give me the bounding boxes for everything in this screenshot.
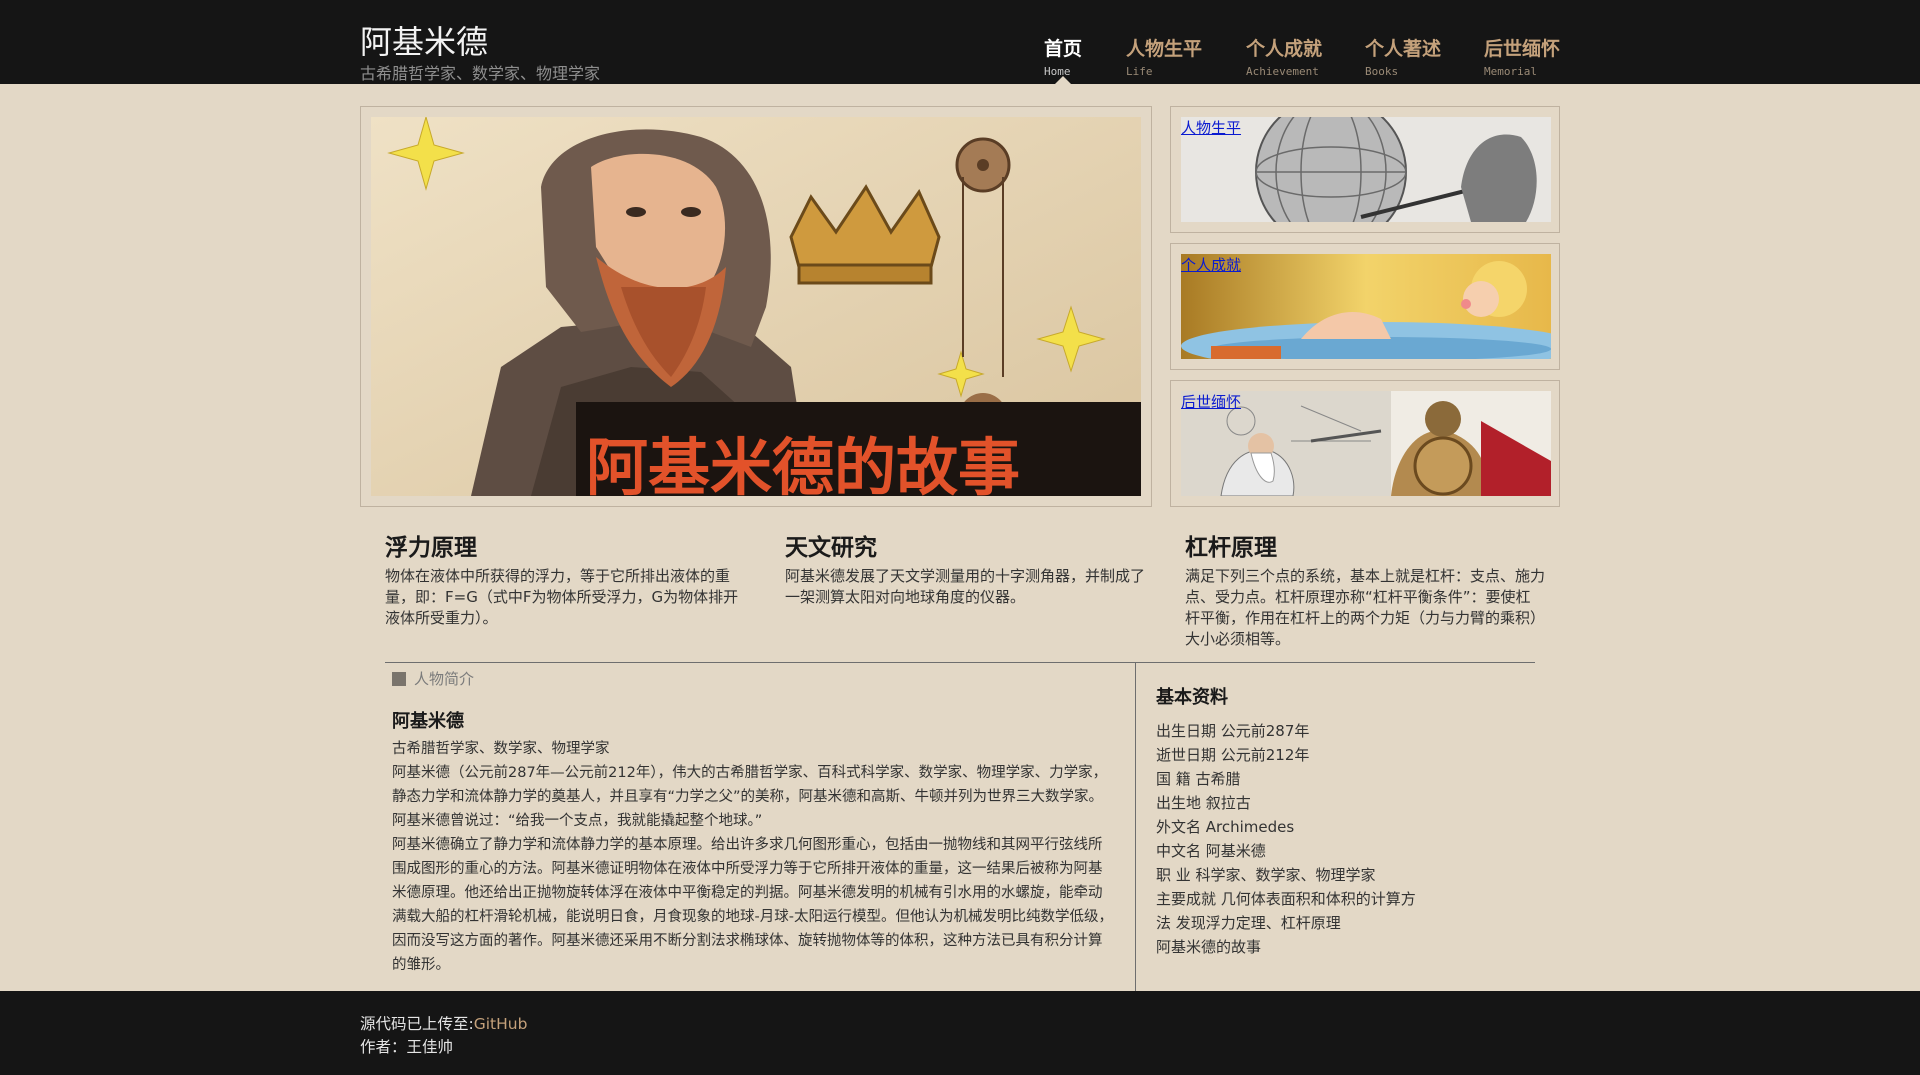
section-label-intro: 人物简介 — [392, 668, 474, 689]
bio-name: 阿基米德 — [392, 711, 464, 732]
feature-title: 天文研究 — [785, 535, 877, 561]
side-panel-image: 人物生平 — [1181, 117, 1551, 222]
feature-lever: 杠杆原理 满足下列三个点的系统，基本上就是杠杆：支点、施力点、受力点。杠杆原理亦… — [1185, 528, 1545, 650]
bio-role: 古希腊哲学家、数学家、物理学家 — [392, 741, 610, 757]
info-row: 法 发现浮力定理、杠杆原理 — [1156, 914, 1341, 932]
bio-paragraph: 阿基米德（公元前287年—公元前212年），伟大的古希腊哲学家、百科式科学家、数… — [392, 765, 1108, 829]
feature-text: 阿基米德发展了天文学测量用的十字测角器，并制成了一架测算太阳对向地球角度的仪器。 — [785, 567, 1146, 606]
side-panel-image: 个人成就 — [1181, 254, 1551, 359]
nav-item-label: 人物生平 — [1126, 38, 1203, 60]
info-row: 阿基米德的故事 — [1156, 938, 1262, 956]
column-divider — [1135, 663, 1136, 991]
hero-banner-frame: 阿基米德的故事 — [360, 106, 1152, 507]
feature-title: 浮力原理 — [385, 535, 477, 561]
side-panel-achievement: 个人成就 — [1170, 243, 1560, 370]
side-panel-life: 人物生平 — [1170, 106, 1560, 233]
side-panel-image: 后世缅怀 — [1181, 391, 1551, 496]
nav-item-memorial[interactable]: 后世缅怀 Memorial — [1484, 34, 1560, 80]
feature-title: 杠杆原理 — [1185, 535, 1277, 561]
info-row: 中文名 阿基米德 — [1156, 842, 1266, 860]
nav-item-sublabel: Memorial — [1484, 65, 1537, 78]
nav-item-sublabel: Books — [1365, 65, 1399, 78]
feature-text: 满足下列三个点的系统，基本上就是杠杆：支点、施力点、受力点。杠杆原理亦称“杠杆平… — [1185, 567, 1546, 648]
info-row: 出生地 叙拉古 — [1156, 794, 1251, 812]
nav-item-label: 首页 — [1044, 38, 1083, 60]
info-row: 逝世日期 公元前212年 — [1156, 746, 1310, 764]
info-row: 外文名 Archimedes — [1156, 818, 1295, 836]
info-row: 国 籍 古希腊 — [1156, 770, 1241, 788]
nav-item-label: 个人成就 — [1246, 38, 1323, 60]
nav-item-label: 个人著述 — [1365, 38, 1442, 60]
side-link-achievement[interactable]: 个人成就 — [1181, 254, 1241, 275]
site-footer — [0, 991, 1920, 1075]
bio-paragraph: 阿基米德确立了静力学和流体静力学的基本原理。给出许多求几何图形重心，包括由一抛物… — [392, 837, 1113, 973]
nav-item-home[interactable]: 首页 Home — [1044, 34, 1083, 84]
nav-item-books[interactable]: 个人著述 Books — [1365, 34, 1441, 80]
site-header: 阿基米德 古希腊哲学家、数学家、物理学家 首页 Home 人物生平 Life 个… — [0, 0, 1920, 84]
feature-text: 物体在液体中所获得的浮力，等于它所排出液体的重量，即：F=G（式中F为物体所受浮… — [385, 567, 739, 627]
feature-astronomy: 天文研究 阿基米德发展了天文学测量用的十字测角器，并制成了一架测算太阳对向地球角… — [785, 528, 1145, 608]
content-divider — [385, 662, 1535, 663]
side-panel-memorial: 后世缅怀 — [1170, 380, 1560, 507]
side-link-life[interactable]: 人物生平 — [1181, 117, 1241, 138]
nav-item-achievement[interactable]: 个人成就 Achievement — [1246, 34, 1322, 80]
side-link-memorial[interactable]: 后世缅怀 — [1181, 391, 1241, 412]
nav-item-sublabel: Achievement — [1246, 65, 1319, 78]
footer-source-prefix: 源代码已上传至: — [360, 1015, 474, 1033]
feature-buoyancy: 浮力原理 物体在液体中所获得的浮力，等于它所排出液体的重量，即：F=G（式中F为… — [385, 528, 745, 629]
info-row: 出生日期 公元前287年 — [1156, 722, 1310, 740]
biography: 阿基米德 古希腊哲学家、数学家、物理学家 阿基米德（公元前287年—公元前212… — [392, 707, 1114, 977]
nav-item-sublabel: Life — [1126, 65, 1153, 78]
basic-info-title: 基本资料 — [1156, 687, 1228, 708]
main-nav: 首页 Home 人物生平 Life 个人成就 Achievement 个人著述 … — [0, 0, 1920, 84]
nav-item-label: 后世缅怀 — [1484, 38, 1561, 60]
footer-author: 作者：王佳帅 — [360, 1038, 454, 1056]
square-bullet-icon — [392, 671, 406, 686]
hero-title-text: 阿基米德的故事 — [586, 431, 1020, 496]
hero-illustration: 阿基米德的故事 — [371, 117, 1141, 496]
nav-item-life[interactable]: 人物生平 Life — [1126, 34, 1202, 80]
basic-info: 基本资料 出生日期 公元前287年 逝世日期 公元前212年 国 籍 古希腊 出… — [1156, 683, 1536, 959]
footer-source: 源代码已上传至:GitHub — [360, 1012, 527, 1034]
info-row: 主要成就 几何体表面积和体积的计算方 — [1156, 890, 1416, 908]
active-indicator-icon — [1055, 76, 1071, 84]
section-label-text: 人物简介 — [414, 670, 475, 688]
github-link[interactable]: GitHub — [474, 1015, 528, 1033]
archimedes-portrait-illustration: 阿基米德的故事 — [371, 117, 1141, 496]
info-row: 职 业 科学家、数学家、物理学家 — [1156, 866, 1376, 884]
